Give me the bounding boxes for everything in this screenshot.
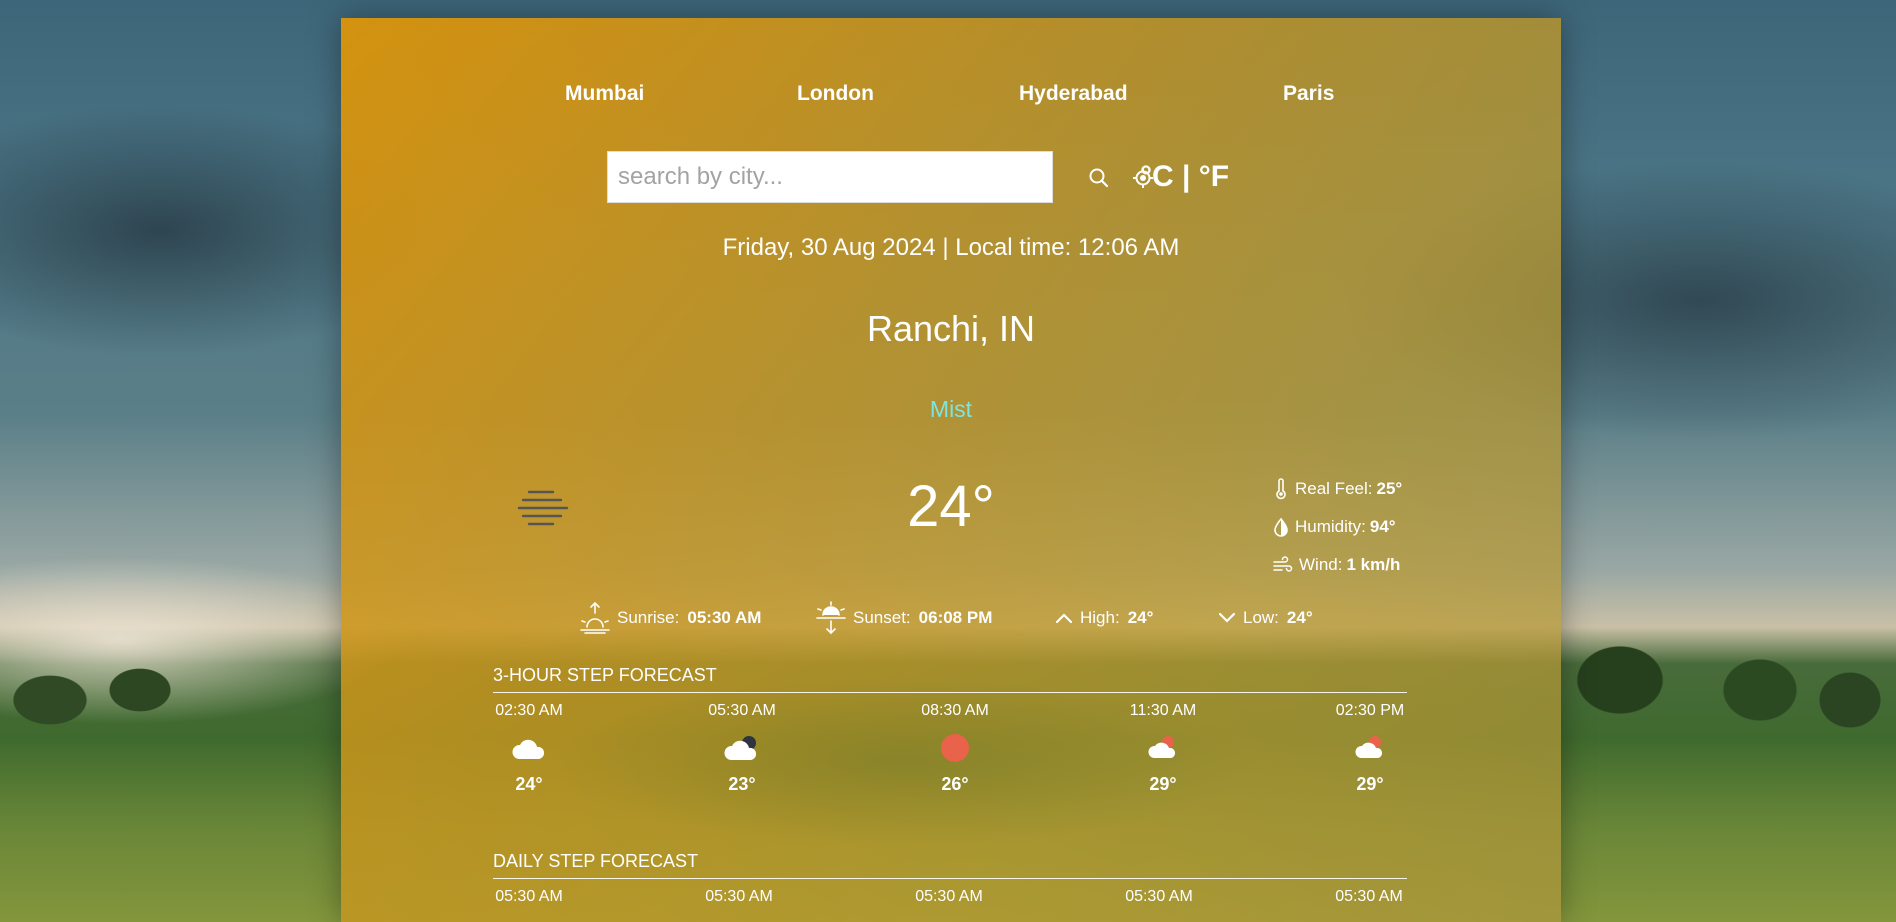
humidity-value: 94° — [1369, 517, 1396, 536]
real-feel-row: Real Feel: 25° — [1273, 470, 1402, 508]
humidity-label: Humidity: — [1295, 517, 1366, 536]
wind-icon — [1273, 556, 1293, 572]
low-label: Low: — [1243, 608, 1279, 627]
weather-condition: Mist — [929, 396, 973, 422]
real-feel-value: 25° — [1376, 479, 1403, 498]
wind-row: Wind: 1 km/h — [1273, 546, 1402, 584]
weather-panel: Mumbai London Hyderabad Paris °C | °F Fr… — [341, 18, 1561, 922]
sunrise-icon — [580, 601, 610, 634]
search-input[interactable] — [607, 151, 1053, 203]
sun-icon — [895, 726, 1015, 770]
daily-forecast-title: DAILY STEP FORECAST — [493, 851, 1407, 879]
sun-temp-row: Sunrise: 05:30 AM Sunset: 06:08 PM High:… — [341, 598, 1561, 638]
hourly-temp: 24° — [515, 774, 543, 794]
local-datetime: Friday, 30 Aug 2024 | Local time: 12:06 … — [722, 234, 1180, 261]
hourly-temp: 26° — [941, 774, 969, 794]
hourly-time: 02:30 PM — [1335, 702, 1405, 719]
hourly-item: 05:30 AM 23° — [682, 702, 802, 795]
wind-label: Wind: — [1299, 555, 1343, 574]
hourly-temp: 23° — [728, 774, 756, 794]
humidity-drop-icon — [1274, 517, 1288, 537]
hourly-item: 02:30 AM 24° — [469, 702, 589, 795]
high-item: High: 24° — [1054, 598, 1153, 638]
cloud-icon — [469, 726, 589, 770]
hourly-item: 02:30 PM 29° — [1310, 702, 1430, 795]
sunrise-value: 05:30 AM — [687, 608, 762, 627]
fahrenheit-button[interactable]: °F — [1199, 160, 1229, 193]
hourly-forecast-title: 3-HOUR STEP FORECAST — [493, 665, 1407, 693]
celsius-button[interactable]: °C — [1140, 160, 1174, 193]
chevron-up-icon — [1055, 613, 1073, 624]
city-link-mumbai[interactable]: Mumbai — [565, 82, 644, 106]
daily-item: 05:30 AM — [1309, 888, 1429, 906]
cloud-sun-icon — [1103, 726, 1223, 770]
daily-time: 05:30 AM — [705, 888, 773, 905]
sunrise-item: Sunrise: 05:30 AM — [579, 598, 761, 638]
hourly-time: 08:30 AM — [921, 702, 989, 719]
location-title: Ranchi, IN — [866, 308, 1036, 349]
hourly-time: 11:30 AM — [1129, 702, 1197, 719]
daily-item: 05:30 AM — [679, 888, 799, 906]
high-label: High: — [1080, 608, 1120, 627]
sunrise-label: Sunrise: — [617, 608, 680, 627]
hourly-item: 08:30 AM 26° — [895, 702, 1015, 795]
real-feel-label: Real Feel: — [1295, 479, 1373, 498]
daily-time: 05:30 AM — [1335, 888, 1403, 905]
city-link-paris[interactable]: Paris — [1283, 82, 1334, 106]
daily-time: 05:30 AM — [915, 888, 983, 905]
cloud-sun-icon — [1310, 726, 1430, 770]
chevron-down-icon — [1218, 612, 1236, 623]
sunset-value: 06:08 PM — [918, 608, 993, 627]
daily-item: 05:30 AM — [1099, 888, 1219, 906]
sunset-item: Sunset: 06:08 PM — [815, 598, 992, 638]
hourly-temp: 29° — [1149, 774, 1177, 794]
humidity-row: Humidity: 94° — [1273, 508, 1402, 546]
unit-toggle: °C | °F — [1140, 160, 1229, 194]
high-value: 24° — [1127, 608, 1154, 627]
low-item: Low: 24° — [1217, 598, 1313, 638]
city-link-london[interactable]: London — [797, 82, 874, 106]
daily-time: 05:30 AM — [1125, 888, 1193, 905]
thermometer-icon — [1276, 478, 1286, 500]
daily-time: 05:30 AM — [495, 888, 563, 905]
search-icon[interactable] — [1088, 167, 1110, 193]
low-value: 24° — [1286, 608, 1313, 627]
hourly-time: 05:30 AM — [708, 702, 776, 719]
hourly-item: 11:30 AM 29° — [1103, 702, 1223, 795]
daily-item: 05:30 AM — [469, 888, 589, 906]
sunset-icon — [816, 601, 846, 635]
hourly-time: 02:30 AM — [495, 702, 563, 719]
daily-item: 05:30 AM — [889, 888, 1009, 906]
sunset-label: Sunset: — [853, 608, 911, 627]
city-nav: Mumbai London Hyderabad Paris — [341, 82, 1561, 112]
unit-separator: | — [1173, 160, 1199, 193]
cloud-night-icon — [682, 726, 802, 770]
weather-details: Real Feel: 25° Humidity: 94° Wind: 1 km/… — [1273, 470, 1402, 584]
hourly-temp: 29° — [1356, 774, 1384, 794]
city-link-hyderabad[interactable]: Hyderabad — [1019, 82, 1128, 106]
wind-value: 1 km/h — [1346, 555, 1401, 574]
